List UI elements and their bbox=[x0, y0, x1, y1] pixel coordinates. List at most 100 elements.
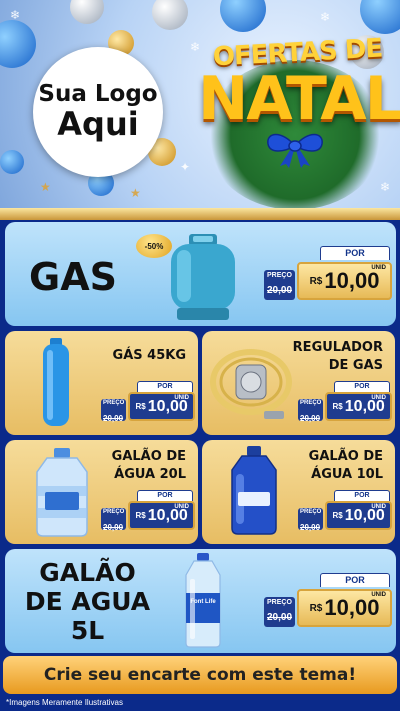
price-tag: POR PREÇO 20,00 R$ 10,00 UNID bbox=[101, 381, 195, 423]
price-tag: POR PREÇO 20,00 R$ 10,00 UNID bbox=[298, 490, 392, 532]
old-price-box: PREÇO 20,00 bbox=[298, 508, 324, 532]
preco-label: PREÇO bbox=[103, 509, 125, 515]
price-tag: POR PREÇO 20,00 R$ 10,00 UNID bbox=[101, 490, 195, 532]
product-title-line2: ÁGUA 10L bbox=[311, 466, 383, 482]
bauble-icon bbox=[360, 0, 400, 34]
price-tag: POR PREÇO 20,00 R$ 10,00 UNID bbox=[264, 246, 392, 300]
old-price-box: PREÇO 20,00 bbox=[101, 508, 127, 532]
product-title: GALÃO DE ÁGUA 20L bbox=[112, 448, 186, 483]
product-card-galao-5l[interactable]: GALÃO DE AGUA 5L Font Life POR PREÇO 20,… bbox=[5, 549, 396, 653]
old-price-box: PREÇO 20,00 bbox=[264, 270, 296, 300]
new-price-box: R$ 10,00 UNID bbox=[128, 501, 195, 530]
por-label: POR bbox=[320, 246, 390, 260]
preco-label: PREÇO bbox=[300, 509, 322, 515]
gas-regulator-icon bbox=[210, 349, 292, 419]
product-title: GAS bbox=[29, 255, 117, 299]
product-title: GALÃO DE AGUA 5L bbox=[15, 558, 160, 645]
currency-symbol: R$ bbox=[332, 511, 343, 520]
preco-label: PREÇO bbox=[300, 400, 322, 406]
price-tag: POR PREÇO 20,00 R$ 10,00 UNID bbox=[298, 381, 392, 423]
currency-symbol: R$ bbox=[309, 602, 323, 614]
promo-title-line2: NATAL bbox=[198, 64, 400, 134]
discount-badge: -50% bbox=[136, 234, 172, 258]
product-title-line1: GALÃO DE bbox=[308, 449, 383, 464]
unit-label: UNID bbox=[174, 395, 189, 401]
new-price-box: R$ 10,00 UNID bbox=[325, 501, 392, 530]
snowflake-icon: ❄ bbox=[380, 180, 391, 194]
bauble-icon bbox=[0, 150, 24, 174]
snowflake-icon: ❄ bbox=[190, 40, 201, 54]
product-title-line1: GALÃO DE bbox=[111, 449, 186, 464]
por-label: POR bbox=[320, 573, 390, 587]
christmas-header: ❄ ❄ ❄ ❄ ✦ ★ ★ Sua Logo Aqui OFERTAS DE N… bbox=[0, 0, 400, 215]
bauble-icon bbox=[0, 20, 36, 68]
snowflake-icon: ❄ bbox=[10, 8, 21, 22]
product-card-gas[interactable]: GAS -50% POR PREÇO 20,00 R$ 10,00 UNID bbox=[5, 222, 396, 326]
unit-label: UNID bbox=[371, 395, 386, 401]
product-title-line1: GALÃO bbox=[39, 558, 136, 587]
unit-label: UNID bbox=[371, 592, 386, 598]
old-price: 20,00 bbox=[300, 523, 321, 532]
product-title: GALÃO DE ÁGUA 10L bbox=[309, 448, 383, 483]
product-title-line2: DE AGUA bbox=[24, 586, 151, 616]
new-price: 10,00 bbox=[324, 595, 380, 620]
product-card-galao-10l[interactable]: GALÃO DE ÁGUA 10L POR PREÇO 20,00 R$ 10,… bbox=[202, 440, 395, 544]
old-price-box: PREÇO 20,00 bbox=[264, 597, 296, 627]
bauble-icon bbox=[152, 0, 188, 30]
product-card-gas-45kg[interactable]: GÁS 45KG POR PREÇO 20,00 R$ 10,00 UNID bbox=[5, 331, 198, 435]
snowflake-icon: ✦ bbox=[180, 160, 191, 174]
old-price: 20,00 bbox=[103, 523, 124, 532]
unit-label: UNID bbox=[371, 504, 386, 510]
disclaimer-text: *Imagens Meramente Ilustrativas bbox=[6, 698, 123, 707]
cta-text: Crie seu encarte com este tema! bbox=[43, 665, 357, 685]
new-price-box: R$ 10,00 UNID bbox=[297, 262, 392, 300]
por-label: POR bbox=[137, 490, 193, 501]
product-title-line1: REGULADOR bbox=[292, 340, 383, 355]
new-price-box: R$ 10,00 UNID bbox=[325, 392, 392, 421]
discount-badge-text: -50% bbox=[144, 241, 164, 251]
gas-cylinder-icon bbox=[171, 234, 235, 320]
old-price: 20,00 bbox=[300, 414, 321, 423]
product-title: GÁS 45KG bbox=[112, 348, 186, 363]
gas-cylinder-icon bbox=[43, 338, 69, 426]
currency-symbol: R$ bbox=[309, 275, 323, 287]
logo-line2: Aqui bbox=[57, 105, 139, 144]
currency-symbol: R$ bbox=[135, 402, 146, 411]
water-jug-icon bbox=[36, 448, 88, 537]
price-tag: POR PREÇO 20,00 R$ 10,00 UNID bbox=[264, 573, 392, 627]
product-card-regulador[interactable]: REGULADOR DE GAS POR PREÇO 20,00 R$ 10,0… bbox=[202, 331, 395, 435]
por-label: POR bbox=[334, 490, 390, 501]
unit-label: UNID bbox=[371, 265, 386, 271]
bauble-icon bbox=[70, 0, 104, 24]
bottle-brand-label: Font Life bbox=[190, 599, 216, 605]
por-label: POR bbox=[334, 381, 390, 392]
preco-label: PREÇO bbox=[103, 400, 125, 406]
new-price-box: R$ 10,00 UNID bbox=[128, 392, 195, 421]
cta-banner[interactable]: Crie seu encarte com este tema! bbox=[3, 656, 397, 694]
product-title-line2: ÁGUA 20L bbox=[114, 466, 186, 482]
preco-label: PREÇO bbox=[267, 599, 292, 606]
snowflake-icon: ★ bbox=[130, 186, 141, 200]
currency-symbol: R$ bbox=[135, 511, 146, 520]
snowflake-icon: ❄ bbox=[320, 10, 331, 24]
logo-placeholder[interactable]: Sua Logo Aqui bbox=[33, 47, 163, 177]
old-price: 20,00 bbox=[267, 612, 293, 623]
product-title-line3: 5L bbox=[70, 615, 105, 645]
product-title: REGULADOR DE GAS bbox=[293, 339, 383, 374]
old-price-box: PREÇO 20,00 bbox=[298, 399, 324, 423]
preco-label: PREÇO bbox=[267, 272, 292, 279]
new-price: 10,00 bbox=[324, 268, 380, 293]
unit-label: UNID bbox=[174, 504, 189, 510]
logo-line1: Sua Logo bbox=[38, 80, 158, 107]
divider-strip bbox=[0, 208, 400, 220]
new-price-box: R$ 10,00 UNID bbox=[297, 589, 392, 627]
currency-symbol: R$ bbox=[332, 402, 343, 411]
product-title-line2: DE GAS bbox=[328, 357, 383, 373]
ribbon-bow-icon bbox=[267, 133, 323, 168]
old-price: 20,00 bbox=[267, 285, 293, 296]
water-jug-icon bbox=[231, 446, 277, 535]
por-label: POR bbox=[137, 381, 193, 392]
product-card-galao-20l[interactable]: GALÃO DE ÁGUA 20L POR PREÇO 20,00 R$ 10,… bbox=[5, 440, 198, 544]
old-price-box: PREÇO 20,00 bbox=[101, 399, 127, 423]
bauble-icon bbox=[220, 0, 266, 32]
